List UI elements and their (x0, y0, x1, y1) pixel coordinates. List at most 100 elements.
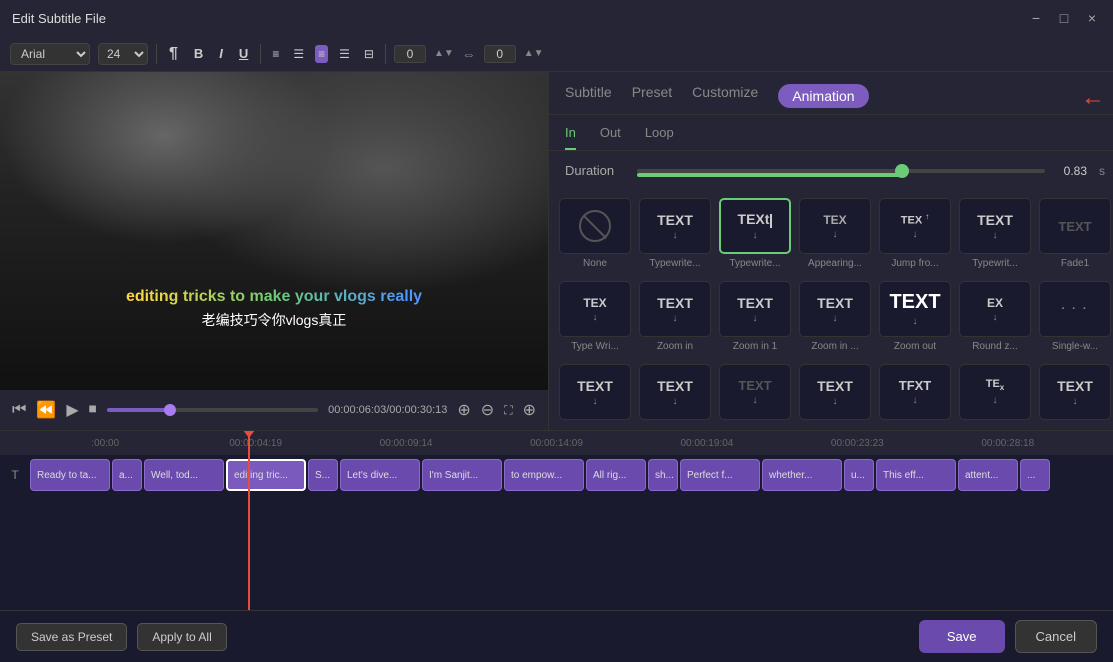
clip-perfect[interactable]: Perfect f... (680, 459, 760, 491)
font-family-select[interactable]: Arial (10, 43, 90, 65)
align-center-icon[interactable]: ☰ (290, 45, 307, 63)
sub-tab-loop[interactable]: Loop (645, 125, 674, 150)
window-title: Edit Subtitle File (12, 11, 106, 26)
anim-21[interactable]: TEXT ↓ (1037, 360, 1113, 428)
clip-editing[interactable]: editing tric... (226, 459, 306, 491)
toolbar-separator-2 (260, 44, 261, 64)
spacing-input[interactable] (484, 45, 516, 63)
video-controls-bar: ⏮ ⏪ ▶ ⏹ 00:00:06:03/00:00:30:13 ⊕ ⊖ ⛶ ⊕ (0, 390, 548, 430)
cancel-button[interactable]: Cancel (1015, 620, 1097, 653)
play-button[interactable]: ▶ (66, 400, 78, 420)
anim-none[interactable]: None (557, 194, 633, 273)
rotation-arrows[interactable]: ▲▼ (434, 48, 454, 59)
anim-17[interactable]: TEXT ↓ (717, 360, 793, 428)
anim-preview-zoom-in-1: TEXT ↓ (719, 281, 791, 337)
track-icon-text: T (0, 468, 30, 482)
anim-zoom-out[interactable]: TEXT ↓ Zoom out (877, 277, 953, 356)
anim-preview-appearing: TEX ↓ (799, 198, 871, 254)
clip-sh[interactable]: sh... (648, 459, 678, 491)
spacing-icon: ⇔ (462, 46, 476, 62)
anim-20[interactable]: TEx ↓ (957, 360, 1033, 428)
clip-whether[interactable]: whether... (762, 459, 842, 491)
bold-button[interactable]: B (190, 44, 207, 63)
clip-lets[interactable]: Let's dive... (340, 459, 420, 491)
add-marker-button[interactable]: ⊕ (457, 400, 470, 420)
skip-back-button[interactable]: ⏮ (12, 401, 26, 419)
anim-typewrite-w[interactable]: TEX ↓ Type Wri... (557, 277, 633, 356)
bottom-right-actions: Save Cancel (919, 620, 1097, 653)
spacing-arrows[interactable]: ▲▼ (524, 48, 544, 59)
toolbar-separator-3 (385, 44, 386, 64)
anim-jump[interactable]: TEX ↑ ↓ Jump fro... (877, 194, 953, 273)
anim-15[interactable]: TEXT ↓ (557, 360, 633, 428)
anim-18[interactable]: TEXT ↓ (797, 360, 873, 428)
playhead[interactable] (248, 431, 250, 455)
paragraph-btn[interactable]: ¶ (165, 43, 182, 65)
timeline-ruler: :00:00 00:00:04:19 00:00:09:14 00:00:14:… (0, 431, 1113, 455)
fullscreen-button[interactable]: ⛶ (504, 403, 512, 418)
clip-sanjit[interactable]: I'm Sanjit... (422, 459, 502, 491)
anim-preview-none (559, 198, 631, 254)
anim-typewriter2[interactable]: TEXt ↓ Typewrite... (717, 194, 793, 273)
clip-attent[interactable]: attent... (958, 459, 1018, 491)
zoom-button[interactable]: ⊕ (523, 400, 536, 420)
duration-slider[interactable] (637, 169, 1045, 173)
video-progress-bar[interactable] (107, 408, 318, 412)
clip-well[interactable]: Well, tod... (144, 459, 224, 491)
clip-a[interactable]: a... (112, 459, 142, 491)
step-back-button[interactable]: ⏪ (36, 400, 56, 420)
clip-thiseff[interactable]: This eff... (876, 459, 956, 491)
minimize-button[interactable]: − (1027, 9, 1045, 27)
anim-fade1[interactable]: TEXT Fade1 (1037, 194, 1113, 273)
sub-tabs: In Out Loop (549, 115, 1113, 151)
tab-customize[interactable]: Customize (692, 84, 758, 114)
title-bar: Edit Subtitle File − □ × (0, 0, 1113, 36)
subtitle-line-1: editing tricks to make your vlogs really (0, 288, 548, 306)
duration-track (637, 169, 1045, 173)
rotation-input[interactable] (394, 45, 426, 63)
anim-zoom-in-dot[interactable]: TEXT ↓ Zoom in ... (797, 277, 873, 356)
sub-tab-in[interactable]: In (565, 125, 576, 150)
progress-thumb[interactable] (164, 404, 176, 416)
clip-empower[interactable]: to empow... (504, 459, 584, 491)
anim-appearing[interactable]: TEX ↓ Appearing... (797, 194, 873, 273)
align-right-icon[interactable]: ≡ (315, 45, 328, 63)
apply-to-all-button[interactable]: Apply to All (137, 623, 226, 651)
align-justify-icon[interactable]: ☰ (336, 45, 353, 63)
close-button[interactable]: × (1083, 9, 1101, 27)
stop-button[interactable]: ⏹ (89, 401, 97, 419)
anim-typewriter3[interactable]: TEXT ↓ Typewrit... (957, 194, 1033, 273)
tab-preset[interactable]: Preset (632, 84, 672, 114)
duration-unit: s (1099, 164, 1105, 178)
clip-ready[interactable]: Ready to ta... (30, 459, 110, 491)
save-button[interactable]: Save (919, 620, 1005, 653)
clip-more[interactable]: ... (1020, 459, 1050, 491)
left-panel: editing tricks to make your vlogs really… (0, 72, 548, 430)
clip-alright[interactable]: All rig... (586, 459, 646, 491)
anim-label-jump: Jump fro... (879, 258, 951, 269)
italic-button[interactable]: I (215, 44, 227, 63)
tab-subtitle[interactable]: Subtitle (565, 84, 612, 114)
main-content: editing tricks to make your vlogs really… (0, 72, 1113, 430)
tab-animation[interactable]: Animation (778, 84, 868, 108)
timeline-tracks: T Ready to ta... a... Well, tod... editi… (0, 455, 1113, 610)
anim-typewriter1[interactable]: TEXT ↓ Typewrite... (637, 194, 713, 273)
sub-tab-out[interactable]: Out (600, 125, 621, 150)
clip-s[interactable]: S... (308, 459, 338, 491)
anim-zoom-in[interactable]: TEXT ↓ Zoom in (637, 277, 713, 356)
underline-button[interactable]: U (235, 44, 252, 63)
video-scene (0, 72, 548, 390)
anim-round-z[interactable]: EX ↓ Round z... (957, 277, 1033, 356)
volume-minus-button[interactable]: ⊖ (481, 400, 494, 420)
anim-single-w[interactable]: · · · Single-w... (1037, 277, 1113, 356)
anim-zoom-in-1[interactable]: TEXT ↓ Zoom in 1 (717, 277, 793, 356)
anim-16[interactable]: TEXT ↓ (637, 360, 713, 428)
save-as-preset-button[interactable]: Save as Preset (16, 623, 127, 651)
indent-icon[interactable]: ⊟ (361, 45, 377, 63)
maximize-button[interactable]: □ (1055, 9, 1073, 27)
anim-19[interactable]: TFXT ↓ (877, 360, 953, 428)
duration-thumb[interactable] (895, 164, 909, 178)
font-size-select[interactable]: 24 (98, 43, 148, 65)
clip-u[interactable]: u... (844, 459, 874, 491)
align-left-icon[interactable]: ≡ (269, 45, 282, 63)
